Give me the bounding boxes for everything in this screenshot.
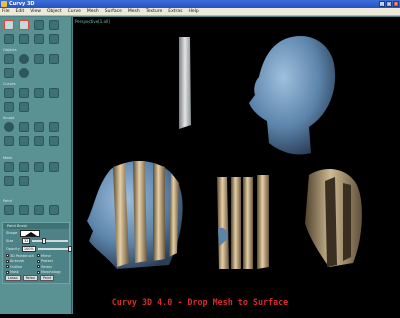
- menu-view[interactable]: View: [30, 8, 41, 16]
- menu-curve[interactable]: Curve: [68, 8, 81, 16]
- viewport-label: Perspective[1.all]: [75, 19, 110, 24]
- menu-edit[interactable]: Edit: [16, 8, 25, 16]
- mesh-drop-icon[interactable]: [4, 176, 14, 186]
- mesh-bend-icon[interactable]: [19, 176, 29, 186]
- cube-icon[interactable]: [4, 54, 14, 64]
- 3d-viewport[interactable]: Perspective[1.all]: [73, 17, 400, 314]
- section-mesh: Mesh: [3, 156, 13, 160]
- sphere-icon[interactable]: [19, 54, 29, 64]
- strips-with-face-section: [217, 175, 269, 269]
- menu-file[interactable]: File: [2, 8, 10, 16]
- paint-brush-panel: Paint Brush Shape Size 32 Opacity 100% 3…: [2, 222, 72, 284]
- sculpt-brush-icon[interactable]: [19, 122, 29, 132]
- sculpt-pinch-icon[interactable]: [49, 122, 59, 132]
- shape-label: Shape: [6, 231, 18, 235]
- relax-button[interactable]: Relax: [22, 275, 38, 281]
- curve-join-icon[interactable]: [19, 102, 29, 112]
- lasso-tool-icon[interactable]: [19, 20, 29, 30]
- size-label: Size: [6, 239, 14, 243]
- size-slider-knob[interactable]: [42, 238, 47, 244]
- section-paint: Paint: [3, 199, 12, 203]
- menu-extras[interactable]: Extras: [168, 8, 182, 16]
- section-objects: Objects: [3, 48, 17, 52]
- zoom-view-icon[interactable]: [49, 20, 59, 30]
- plane-icon[interactable]: [49, 54, 59, 64]
- section-sculpt: Sculpt: [3, 116, 15, 120]
- opacity-value[interactable]: 100%: [21, 246, 36, 252]
- sculpt-inflate-icon[interactable]: [4, 136, 14, 146]
- menu-bar: File Edit View Object Curve Mesh Surface…: [0, 8, 400, 16]
- paint-stamp-icon[interactable]: [34, 205, 44, 215]
- menu-help[interactable]: Help: [188, 8, 198, 16]
- maximize-button[interactable]: □: [386, 1, 392, 7]
- curve-cut-icon[interactable]: [49, 88, 59, 98]
- menu-object[interactable]: Object: [47, 8, 62, 16]
- mesh-extrude-icon[interactable]: [19, 162, 29, 172]
- pan-tool-icon[interactable]: [19, 34, 29, 44]
- size-value[interactable]: 32: [22, 238, 31, 244]
- paint-button[interactable]: Paint: [39, 275, 55, 281]
- opacity-slider-knob[interactable]: [67, 246, 72, 252]
- menu-mesh-2[interactable]: Mesh: [128, 8, 140, 16]
- mesh-weld-icon[interactable]: [34, 162, 44, 172]
- select-tool-icon[interactable]: [4, 20, 14, 30]
- gold-profile-strips: [305, 169, 362, 267]
- scene-render: [87, 36, 362, 269]
- opacity-label: Opacity: [6, 247, 20, 251]
- toolbox-panel: Objects Curves Sculpt Mesh Paint Paint B…: [0, 17, 72, 314]
- menu-texture[interactable]: Texture: [146, 8, 162, 16]
- paint-erase-icon[interactable]: [49, 205, 59, 215]
- curve-edit-icon[interactable]: [19, 88, 29, 98]
- move-tool-icon[interactable]: [4, 34, 14, 44]
- menu-surface[interactable]: Surface: [105, 8, 122, 16]
- sculpt-crosshair-icon[interactable]: [4, 122, 14, 132]
- paint-brush-icon[interactable]: [4, 205, 14, 215]
- refresh-icon[interactable]: [34, 34, 44, 44]
- cylinder-icon[interactable]: [34, 54, 44, 64]
- box-icon[interactable]: [4, 68, 14, 78]
- curve-draw-icon[interactable]: [4, 88, 14, 98]
- app-icon: [1, 1, 7, 7]
- app-window: Curvy 3D _ □ × File Edit View Object Cur…: [0, 0, 400, 314]
- curve-mirror-icon[interactable]: [4, 102, 14, 112]
- sculpt-smooth-icon[interactable]: [34, 122, 44, 132]
- menu-mesh[interactable]: Mesh: [87, 8, 99, 16]
- paint-fill-icon[interactable]: [19, 205, 29, 215]
- lasso-button[interactable]: Lasso: [5, 275, 21, 281]
- size-slider[interactable]: [32, 238, 69, 244]
- minimize-button[interactable]: _: [379, 1, 385, 7]
- ball-icon[interactable]: [19, 68, 29, 78]
- sculpt-grab-icon[interactable]: [34, 136, 44, 146]
- sculpt-erase-icon[interactable]: [49, 136, 59, 146]
- curve-smooth-icon[interactable]: [34, 88, 44, 98]
- mesh-select-icon[interactable]: [4, 162, 14, 172]
- mesh-split-icon[interactable]: [49, 162, 59, 172]
- section-curves: Curves: [3, 82, 16, 86]
- close-button[interactable]: ×: [393, 1, 399, 7]
- caption-text: Curvy 3D 4.0 - Drop Mesh to Surface: [111, 297, 289, 307]
- rotate-view-icon[interactable]: [34, 20, 44, 30]
- blue-head-model: [249, 36, 336, 155]
- metal-strip-mesh: [179, 37, 191, 129]
- opacity-slider[interactable]: [37, 246, 72, 252]
- frame-icon[interactable]: [49, 34, 59, 44]
- brush-shape-selector[interactable]: [20, 229, 40, 237]
- sculpt-flatten-icon[interactable]: [19, 136, 29, 146]
